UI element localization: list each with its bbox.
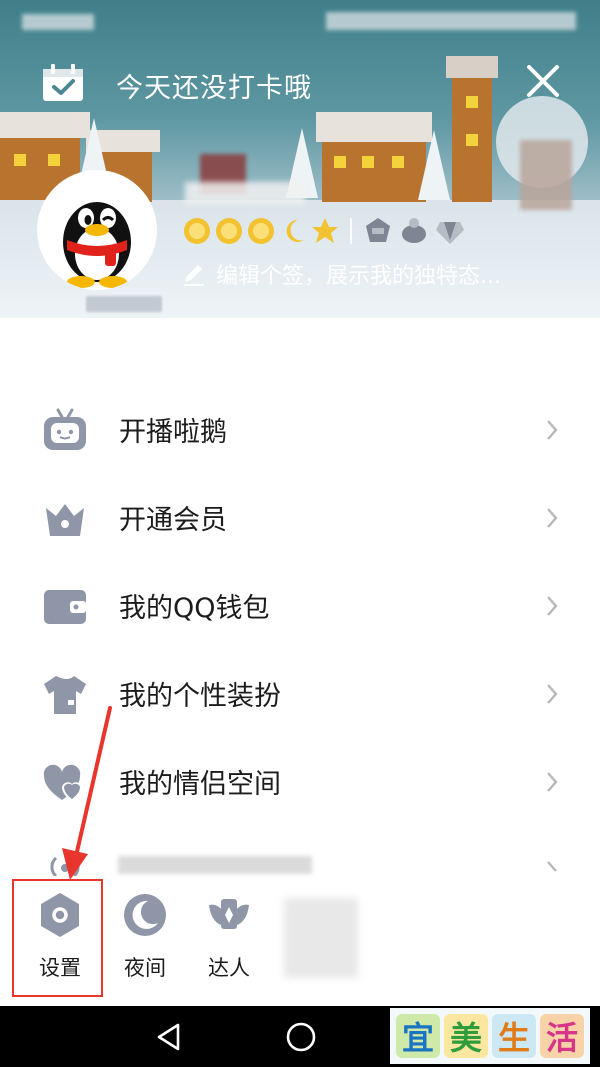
broadcast-icon [50,856,80,876]
crown-icon [46,504,84,536]
heart-icon [43,764,82,802]
moon-level-icon [286,219,304,242]
tshirt-icon [44,676,86,714]
nickname-blurred [185,182,305,204]
profile-header: 今天还没打卡哦 编辑个签，展示我的独特态... [0,0,600,318]
home-circle-icon[interactable] [285,1021,317,1053]
signature-text: 编辑个签，展示我的独特态... [216,264,501,289]
badge-icon-1 [366,218,390,242]
menu-item-theme[interactable]: 我的个性装扮 [0,650,600,738]
roof-left [0,112,90,138]
avatar[interactable] [37,170,157,290]
star-level-icon [312,218,338,243]
signature-edit[interactable]: 编辑个签，展示我的独特态... [182,258,501,290]
chevron-right-icon [547,420,558,440]
tv-robot-icon [44,408,86,450]
menu-item-label: 我的QQ钱包 [119,593,270,624]
watermark-logo: 宜 美 生 活 [390,1008,590,1064]
expert-button[interactable]: 达人 [194,888,264,988]
chevron-right-icon [547,508,558,528]
night-mode-button[interactable]: 夜间 [110,888,180,988]
sun-level-icon [184,218,210,244]
menu-item-vip[interactable]: 开通会员 [0,474,600,562]
shortcut-blurred[interactable] [284,898,358,978]
wings-badge-icon [209,899,249,929]
close-icon[interactable] [526,64,560,98]
night-mode-label: 夜间 [124,956,166,980]
menu-item-label: 我的个性装扮 [119,681,281,712]
tower-roof [446,56,498,78]
watermark-char: 生 [492,1014,536,1058]
hidden-label-blurred [118,856,312,874]
roof-right [316,112,432,142]
menu-item-wallet[interactable]: 我的QQ钱包 [0,562,600,650]
chevron-right-icon [547,684,558,704]
pixelated-figure [520,140,572,210]
chevron-right-icon [547,596,558,616]
badge-icon-3 [436,222,464,244]
watermark-char: 活 [540,1014,584,1058]
checkin-text[interactable]: 今天还没打卡哦 [116,66,312,105]
watermark-char: 宜 [396,1014,440,1058]
sun-level-icon [248,218,274,244]
status-bar-blur [22,14,94,30]
penguin-avatar-icon [63,202,131,288]
chevron-right-icon [547,772,558,792]
sun-level-icon [216,218,242,244]
wallet-icon [44,590,86,624]
menu-item-hidden[interactable] [0,840,600,880]
menu-item-couple[interactable]: 我的情侣空间 [0,738,600,826]
annotation-highlight-box [12,879,103,997]
member-tag-blurred [86,296,162,312]
watermark-char: 美 [444,1014,488,1058]
menu-item-label: 开通会员 [119,505,227,536]
menu-item-label: 开播啦鹅 [119,417,227,448]
moon-icon [124,894,166,936]
house-right [322,140,426,202]
status-bar-blur-right [326,12,576,30]
level-badges[interactable] [182,214,470,248]
menu-item-label: 我的情侣空间 [119,769,281,800]
calendar-check-icon[interactable] [42,64,84,102]
expert-label: 达人 [208,956,250,980]
badge-icon-2 [402,218,426,243]
back-triangle-icon[interactable] [154,1022,184,1052]
chevron-right-icon [547,861,557,872]
menu-item-live[interactable]: 开播啦鹅 [0,386,600,474]
pencil-icon [184,265,204,286]
